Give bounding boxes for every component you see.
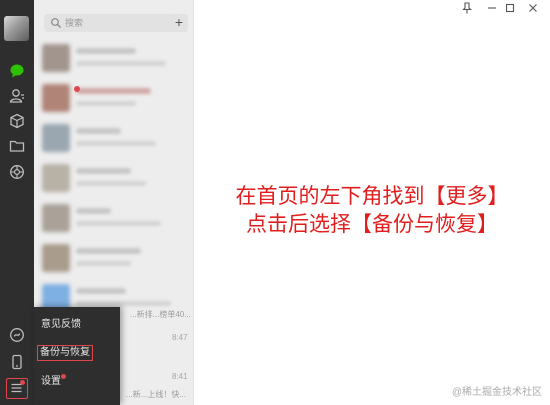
chat-title <box>76 288 126 294</box>
menu-item-feedback[interactable]: 意见反馈 <box>41 318 81 332</box>
close-icon[interactable] <box>526 1 540 15</box>
search-icon <box>51 18 61 28</box>
menu-notification-dot <box>20 380 25 385</box>
search-input[interactable]: 搜索 <box>44 14 174 32</box>
chat-row[interactable] <box>34 238 193 278</box>
chat-time: 8:41 <box>172 372 188 381</box>
chat-avatar <box>42 124 70 152</box>
annotation-line-1: 在首页的左下角找到【更多】 <box>235 184 509 208</box>
phone-icon[interactable] <box>8 353 26 371</box>
pin-icon[interactable] <box>460 1 474 15</box>
chat-row[interactable] <box>34 118 193 158</box>
chat-preview <box>76 61 166 66</box>
chat-preview <box>76 181 146 186</box>
contacts-icon[interactable] <box>8 87 26 105</box>
maximize-icon[interactable] <box>503 1 517 15</box>
chat-icon[interactable] <box>8 62 26 80</box>
chat-avatar <box>42 164 70 192</box>
minimize-icon[interactable] <box>485 1 499 15</box>
folder-icon[interactable] <box>8 137 26 155</box>
annotation-line-2: 点击后选择【备份与恢复】 <box>246 212 498 236</box>
add-button[interactable]: + <box>170 14 188 32</box>
chat-title <box>76 248 141 254</box>
settings-notification-dot <box>61 374 66 379</box>
chat-time: 8:47 <box>172 333 188 342</box>
chat-preview <box>76 261 131 266</box>
chat-row[interactable] <box>34 38 193 78</box>
chat-avatar <box>42 44 70 72</box>
chat-preview-text: ...新排...榜单40... <box>130 310 191 319</box>
chat-row[interactable] <box>34 158 193 198</box>
main-panel: 在首页的左下角找到【更多】 点击后选择【备份与恢复】 @稀土掘金技术社区 <box>194 0 550 405</box>
chat-title <box>76 48 136 54</box>
chat-row[interactable] <box>34 198 193 238</box>
unread-dot <box>74 86 80 92</box>
chat-preview <box>76 141 156 146</box>
chat-preview <box>76 301 171 306</box>
chat-row[interactable] <box>34 78 193 118</box>
chat-title <box>76 208 111 214</box>
avatar[interactable] <box>4 16 29 41</box>
chat-avatar <box>42 204 70 232</box>
chat-title <box>76 128 121 134</box>
chat-avatar <box>42 84 70 112</box>
more-menu: 意见反馈 备份与恢复 设置 <box>34 307 120 405</box>
favorites-cube-icon[interactable] <box>8 112 26 130</box>
sidebar <box>0 0 34 405</box>
chat-title <box>76 168 131 174</box>
chat-preview <box>76 101 136 106</box>
menu-item-settings[interactable]: 设置 <box>41 375 61 389</box>
chat-avatar <box>42 244 70 272</box>
chat-title <box>76 88 151 94</box>
search-placeholder: 搜索 <box>65 18 84 28</box>
menu-item-backup-restore[interactable]: 备份与恢复 <box>37 345 93 361</box>
watermark: @稀土掘金技术社区 <box>451 387 542 398</box>
chat-preview <box>76 221 161 226</box>
moments-icon[interactable] <box>8 163 26 181</box>
miniprogram-icon[interactable] <box>8 326 26 344</box>
chat-preview-text: ...新...上线！快... <box>126 390 187 399</box>
